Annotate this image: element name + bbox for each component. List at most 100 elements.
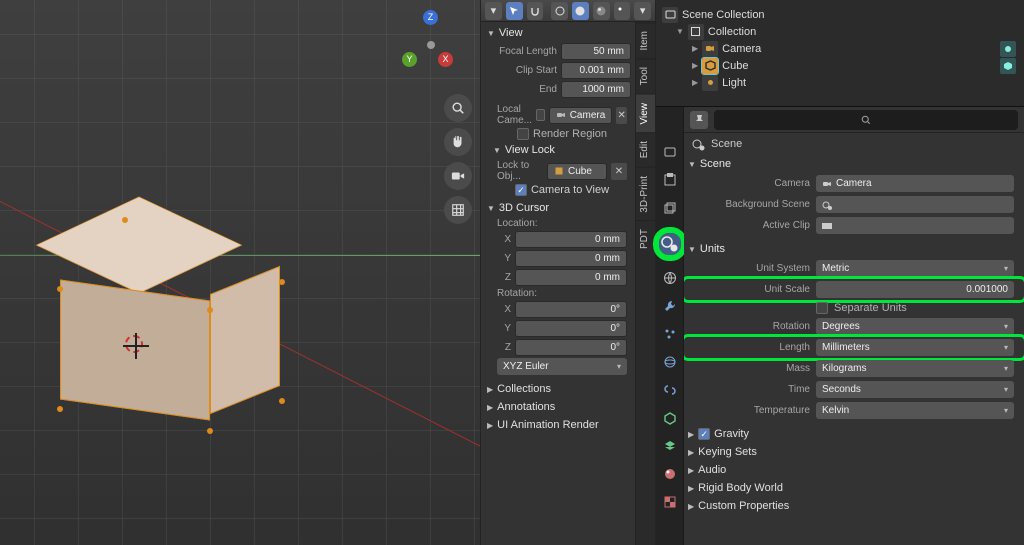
gizmo-z[interactable]: Z — [423, 10, 438, 25]
camera-to-view-label: Camera to View — [531, 184, 609, 196]
gizmo-x[interactable]: X — [438, 52, 453, 67]
ptab-physics-icon[interactable] — [659, 351, 681, 373]
ptab-scene-icon[interactable] — [659, 233, 681, 255]
time-unit-select[interactable]: Seconds — [816, 381, 1014, 398]
collection-label[interactable]: Collection — [708, 26, 756, 38]
ptab-render-icon[interactable] — [659, 141, 681, 163]
3d-viewport[interactable]: Z X Y — [0, 0, 480, 545]
clear-lock-object[interactable]: ✕ — [611, 163, 627, 180]
shading-material-icon[interactable] — [593, 2, 610, 20]
cursor-rz-field[interactable]: 0° — [515, 339, 627, 356]
overlay-dropdown-icon[interactable]: ▾ — [634, 2, 651, 20]
ptab-constraints-icon[interactable] — [659, 379, 681, 401]
lock-to-object-field[interactable]: Cube — [547, 163, 607, 180]
clip-start-field[interactable]: 0.001 mm — [561, 62, 631, 79]
outliner-camera[interactable]: Camera — [722, 43, 761, 55]
section-keying-sets[interactable]: ▶Keying Sets — [684, 443, 1024, 461]
section-scene-props[interactable]: ▼Scene — [684, 155, 1024, 173]
section-annotations[interactable]: ▶Annotations — [483, 398, 633, 416]
outliner[interactable]: Scene Collection ▼Collection ▶Camera ▶Cu… — [656, 0, 1024, 107]
shading-solid-icon[interactable] — [572, 2, 589, 20]
scene-camera-field[interactable]: Camera — [816, 175, 1014, 192]
ptab-particles-icon[interactable] — [659, 323, 681, 345]
cursor-y-field[interactable]: 0 mm — [515, 250, 627, 267]
orientation-gizmo[interactable]: Z X Y — [398, 12, 468, 82]
section-audio[interactable]: ▶Audio — [684, 461, 1024, 479]
focal-length-field[interactable]: 50 mm — [561, 43, 631, 60]
ptab-texture-icon[interactable] — [659, 491, 681, 513]
section-rigid-body-world[interactable]: ▶Rigid Body World — [684, 479, 1024, 497]
unit-system-select[interactable]: Metric — [816, 260, 1014, 277]
scene-collection-label: Scene Collection — [682, 9, 765, 21]
tab-pdt[interactable]: PDT — [636, 220, 655, 257]
ptab-material-icon[interactable] — [659, 463, 681, 485]
cursor-rotation-mode-select[interactable]: XYZ Euler — [497, 358, 627, 375]
tab-item[interactable]: Item — [636, 22, 655, 58]
section-gravity[interactable]: ▶✓Gravity — [684, 425, 1024, 443]
length-unit-label: Length — [690, 342, 810, 353]
mass-unit-label: Mass — [690, 363, 810, 374]
ptab-viewlayer-icon[interactable] — [659, 197, 681, 219]
length-unit-select[interactable]: Millimeters — [816, 339, 1014, 356]
unit-scale-field[interactable]: 0.001000 — [816, 281, 1014, 298]
section-collections[interactable]: ▶Collections — [483, 380, 633, 398]
ptab-world-icon[interactable] — [659, 267, 681, 289]
breadcrumb-scene: Scene — [711, 138, 742, 150]
time-unit-label: Time — [690, 384, 810, 395]
shading-wire-icon[interactable] — [551, 2, 568, 20]
tab-tool[interactable]: Tool — [636, 58, 655, 93]
section-view[interactable]: ▼View — [483, 24, 633, 42]
ptab-mesh-icon[interactable] — [659, 407, 681, 429]
shading-rendered-icon[interactable] — [614, 2, 631, 20]
section-custom-properties[interactable]: ▶Custom Properties — [684, 497, 1024, 515]
ptab-modifier-icon[interactable] — [659, 435, 681, 457]
temperature-unit-select[interactable]: Kelvin — [816, 402, 1014, 419]
active-clip-field[interactable] — [816, 217, 1014, 234]
camera-to-view-checkbox[interactable]: ✓ — [515, 184, 527, 196]
cursor-ry-field[interactable]: 0° — [515, 320, 627, 337]
camera-visibility-icon[interactable] — [1000, 41, 1016, 57]
tab-view[interactable]: View — [636, 94, 655, 133]
outliner-cube[interactable]: Cube — [722, 60, 748, 72]
camera-item-icon — [702, 41, 718, 57]
camera-view-icon[interactable] — [444, 162, 472, 190]
clear-local-camera[interactable]: ✕ — [616, 107, 627, 124]
subsection-view-lock[interactable]: ▼View Lock — [483, 141, 633, 159]
cube-visibility-icon[interactable] — [1000, 58, 1016, 74]
tab-edit[interactable]: Edit — [636, 132, 655, 166]
rotation-unit-select[interactable]: Degrees — [816, 318, 1014, 335]
properties-tab-bar — [656, 107, 684, 545]
unit-scale-label: Unit Scale — [690, 284, 810, 295]
perspective-toggle-icon[interactable] — [444, 196, 472, 224]
header-dropdown-icon[interactable]: ▾ — [485, 2, 502, 20]
cursor-tool-icon[interactable] — [506, 2, 523, 20]
section-units[interactable]: ▼Units — [684, 240, 1024, 258]
bg-scene-field[interactable] — [816, 196, 1014, 213]
ptab-output-icon[interactable] — [659, 169, 681, 191]
separate-units-checkbox[interactable] — [816, 302, 828, 314]
cube-mesh[interactable] — [60, 250, 215, 406]
mass-unit-select[interactable]: Kilograms — [816, 360, 1014, 377]
cursor-rotation-label: Rotation: — [497, 288, 627, 299]
clip-end-label: End — [497, 84, 557, 95]
clip-end-field[interactable]: 1000 mm — [561, 81, 631, 98]
section-ui-animation-render[interactable]: ▶UI Animation Render — [483, 416, 633, 434]
outliner-light[interactable]: Light — [722, 77, 746, 89]
cursor-z-field[interactable]: 0 mm — [515, 269, 627, 286]
render-region-checkbox[interactable] — [517, 128, 529, 140]
properties-pin-icon[interactable] — [690, 111, 708, 129]
pan-icon[interactable] — [444, 128, 472, 156]
scene-collection-icon — [662, 7, 678, 23]
properties-search-input[interactable] — [714, 110, 1018, 130]
zoom-icon[interactable] — [444, 94, 472, 122]
snap-icon[interactable] — [527, 2, 544, 20]
local-camera-field[interactable]: Camera — [549, 107, 613, 124]
cursor-x-field[interactable]: 0 mm — [515, 231, 627, 248]
gizmo-y[interactable]: Y — [402, 52, 417, 67]
tab-3d-print[interactable]: 3D-Print — [636, 167, 655, 221]
local-camera-checkbox[interactable] — [536, 109, 545, 121]
cursor-rx-field[interactable]: 0° — [515, 301, 627, 318]
section-3d-cursor[interactable]: ▼3D Cursor — [483, 199, 633, 217]
ptab-wrench-icon[interactable] — [659, 295, 681, 317]
gravity-checkbox[interactable]: ✓ — [698, 428, 710, 440]
